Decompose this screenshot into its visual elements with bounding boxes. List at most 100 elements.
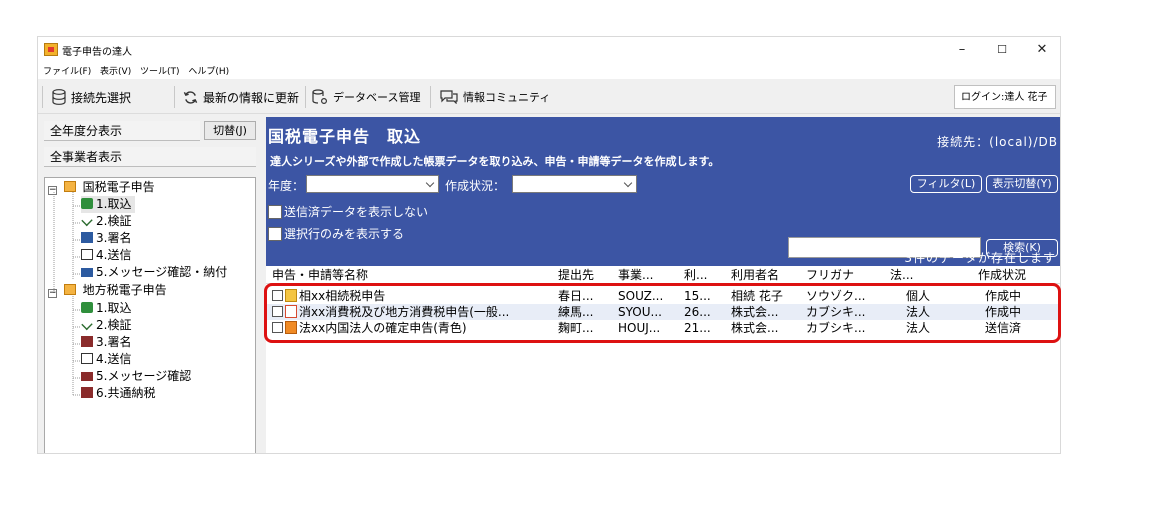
import-icon <box>81 302 93 313</box>
tree-item-national-sign[interactable]: 3.署名 <box>81 230 131 247</box>
toolbar-separator <box>430 86 431 108</box>
db-manage-label: データベース管理 <box>333 91 421 104</box>
tree-node-local[interactable]: − 地方税電子申告 <box>48 282 167 299</box>
column-header-user-name[interactable]: 利用者名 <box>731 266 801 283</box>
menu-help[interactable]: ヘルプ(H) <box>188 64 229 80</box>
status-select[interactable] <box>512 175 637 193</box>
tree-label-local: 地方税電子申告 <box>82 283 167 297</box>
toolbar: 接続先選択 最新の情報に更新 データベース管理 情報コミュニティ ログイン:達人… <box>38 81 1060 114</box>
refresh-label: 最新の情報に更新 <box>203 90 300 105</box>
description-text: 達人シリーズや外部で作成した帳票データを取り込み、申告・申請等データを作成します… <box>270 155 720 168</box>
left-pane: 全年度分表示 切替(J) 全事業者表示 − 国税電子申告 1.取込 2.検証 3… <box>38 117 258 453</box>
column-header-entity[interactable]: 法... <box>890 266 940 283</box>
toolbar-separator <box>305 86 306 108</box>
menu-view[interactable]: 表示(V) <box>100 64 131 80</box>
tree-item-label: 1.取込 <box>96 301 132 315</box>
year-select[interactable] <box>306 175 439 193</box>
verify-check-icon <box>81 318 93 331</box>
switch-button[interactable]: 切替(J) <box>204 121 256 140</box>
column-header-status[interactable]: 作成状況 <box>978 266 1058 283</box>
tree-item-national-import[interactable]: 1.取込 <box>81 196 136 213</box>
all-years-toggle[interactable]: 全年度分表示 <box>44 121 200 141</box>
show-selected-checkbox-row[interactable]: 選択行のみを表示する <box>268 225 404 242</box>
filter-button[interactable]: フィルタ(L) <box>910 175 982 193</box>
chat-icon <box>440 90 458 104</box>
red-highlight-box <box>264 283 1061 343</box>
tree-item-label: 6.共通納税 <box>96 386 156 400</box>
tree-item-label: 5.メッセージ確認 <box>96 369 192 383</box>
tree-item-local-import[interactable]: 1.取込 <box>81 300 131 317</box>
year-label: 年度： <box>268 179 305 193</box>
tree-item-label: 4.送信 <box>96 352 132 366</box>
app-window: 電子申告の達人 – ☐ ✕ ファイル(F) 表示(V) ツール(T) ヘルプ(H… <box>37 36 1061 454</box>
tree-item-local-send[interactable]: 4.送信 <box>81 351 131 368</box>
toolbar-separator <box>174 86 175 108</box>
collapse-icon[interactable]: − <box>48 289 57 298</box>
window-title: 電子申告の達人 <box>62 47 132 58</box>
column-header-name[interactable]: 申告・申請等名称 <box>272 266 554 283</box>
menu-bar: ファイル(F) 表示(V) ツール(T) ヘルプ(H) <box>38 63 1060 79</box>
status-label: 作成状況： <box>445 179 506 193</box>
hide-sent-label: 送信済データを表示しない <box>284 205 429 219</box>
tree-item-label: 1.取込 <box>96 197 132 211</box>
menu-file[interactable]: ファイル(F) <box>43 64 91 80</box>
tree-item-local-verify[interactable]: 2.検証 <box>81 317 131 334</box>
table-header: 申告・申請等名称 提出先 事業... 利... 利用者名 フリガナ 法... 作… <box>266 266 1060 284</box>
collapse-icon[interactable]: − <box>48 186 57 195</box>
show-selected-checkbox[interactable] <box>268 226 282 241</box>
all-business-toggle[interactable]: 全事業者表示 <box>44 147 256 167</box>
tree-item-label: 5.メッセージ確認・納付 <box>96 265 228 279</box>
sign-icon <box>81 232 93 243</box>
tree-item-local-sign[interactable]: 3.署名 <box>81 334 131 351</box>
column-header-destination[interactable]: 提出先 <box>558 266 610 283</box>
refresh-button[interactable]: 最新の情報に更新 <box>183 84 299 110</box>
column-header-business[interactable]: 事業... <box>618 266 678 283</box>
send-icon <box>81 353 93 364</box>
import-icon <box>81 198 93 209</box>
menu-tools[interactable]: ツール(T) <box>140 64 180 80</box>
tree-item-national-verify[interactable]: 2.検証 <box>81 213 131 230</box>
tree-item-local-payment[interactable]: 6.共通納税 <box>81 385 155 402</box>
show-selected-label: 選択行のみを表示する <box>284 227 405 241</box>
title-bar: 電子申告の達人 – ☐ ✕ <box>38 37 1060 63</box>
db-manage-button[interactable]: データベース管理 <box>312 84 420 110</box>
tree-item-label: 3.署名 <box>96 335 132 349</box>
maximize-button[interactable]: ☐ <box>982 37 1022 63</box>
page-title: 国税電子申告 取込 <box>268 127 422 146</box>
connection-label: 接続先：(local)/DB <box>937 135 1058 149</box>
tree-item-national-send[interactable]: 4.送信 <box>81 247 131 264</box>
tree-item-local-message[interactable]: 5.メッセージ確認 <box>81 368 191 385</box>
tree-item-label: 3.署名 <box>96 231 132 245</box>
toolbar-separator <box>42 86 43 108</box>
mail-icon <box>81 372 93 381</box>
connect-select-label: 接続先選択 <box>71 90 132 105</box>
sign-icon <box>81 336 93 347</box>
refresh-icon <box>183 90 198 104</box>
column-header-furigana[interactable]: フリガナ <box>806 266 886 283</box>
tree-label-national: 国税電子申告 <box>82 180 155 194</box>
mail-icon <box>81 268 93 277</box>
login-user-display: ログイン:達人 花子 <box>954 85 1056 109</box>
app-logo-icon <box>44 43 58 56</box>
connect-select-button[interactable]: 接続先選択 <box>52 84 131 110</box>
minimize-button[interactable]: – <box>942 37 982 63</box>
community-button[interactable]: 情報コミュニティ <box>440 84 550 110</box>
local-tax-icon <box>63 284 76 295</box>
tree-node-national[interactable]: − 国税電子申告 <box>48 179 155 196</box>
send-icon <box>81 249 93 260</box>
tree-item-national-message[interactable]: 5.メッセージ確認・納付 <box>81 264 227 281</box>
db-settings-icon <box>312 89 328 105</box>
payment-icon <box>81 387 93 398</box>
import-header-panel: 国税電子申告 取込 接続先：(local)/DB 達人シリーズや外部で作成した帳… <box>266 117 1060 266</box>
display-switch-button[interactable]: 表示切替(Y) <box>986 175 1058 193</box>
community-label: 情報コミュニティ <box>463 91 551 104</box>
close-button[interactable]: ✕ <box>1022 37 1060 63</box>
tree-item-label: 4.送信 <box>96 248 132 262</box>
tree-item-label: 2.検証 <box>96 214 132 228</box>
verify-check-icon <box>81 214 93 227</box>
navigation-tree: − 国税電子申告 1.取込 2.検証 3.署名 4.送信 5.メッセージ確認・納… <box>44 177 256 453</box>
hide-sent-checkbox[interactable] <box>268 204 282 219</box>
column-header-user-no[interactable]: 利... <box>684 266 726 283</box>
hide-sent-checkbox-row[interactable]: 送信済データを表示しない <box>268 203 428 220</box>
tree-item-label: 2.検証 <box>96 318 132 332</box>
